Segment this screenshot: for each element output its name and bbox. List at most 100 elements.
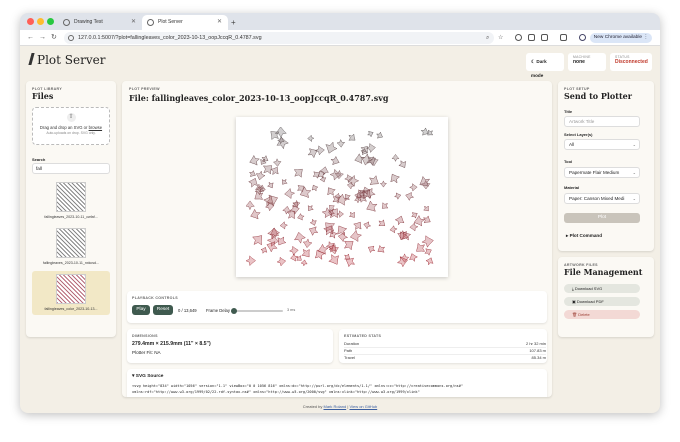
- playback-controls: PLAYBACK CONTROLS Play Reset 0 / 13,649 …: [127, 291, 547, 323]
- new-chrome-available-button[interactable]: New Chrome available ⋮: [590, 33, 652, 43]
- leaf-shape: [276, 256, 287, 267]
- dark-mode-toggle[interactable]: ☾ Dark mode: [526, 53, 564, 78]
- app-logo: Plot Server: [28, 53, 105, 67]
- tab-drawing-test[interactable]: Drawing Test ✕: [58, 15, 142, 30]
- browser-window: Drawing Test ✕ Plot Server ✕ + ← → ↻ 127…: [20, 13, 660, 413]
- close-tab-icon[interactable]: ✕: [217, 15, 222, 30]
- material-select[interactable]: Paper: Canson Mixed Medi ⌄: [564, 193, 640, 204]
- leaf-shape: [293, 168, 303, 178]
- slider-handle[interactable]: [231, 308, 237, 314]
- plot-preview-svg: [246, 127, 434, 267]
- plot-button[interactable]: Plot: [564, 213, 640, 223]
- upload-dropzone[interactable]: ⇧ Drag and drop an SVG or browse Auto-up…: [32, 107, 110, 145]
- dropzone-hint: Auto-uploads on drop. SVG only.: [46, 131, 96, 135]
- github-link[interactable]: View on GitHub: [349, 404, 377, 409]
- stats-tag: ESTIMATED STATS: [344, 334, 382, 338]
- drop-text: Drag and drop an SVG or: [39, 125, 88, 130]
- leaf-shape: [252, 235, 263, 246]
- leaf-shape: [249, 170, 256, 177]
- tab-plot-server[interactable]: Plot Server ✕: [142, 15, 228, 30]
- file-management-panel: ARTWORK FILES File Management ⤓ Download…: [558, 257, 654, 337]
- stat-value: 107.83 m: [529, 348, 546, 353]
- file-thumbnail: [56, 182, 86, 212]
- search-input[interactable]: fall: [32, 163, 110, 174]
- browse-link[interactable]: browse: [89, 125, 103, 130]
- leaf-shape: [272, 158, 282, 167]
- filter-icon[interactable]: [528, 34, 535, 41]
- sidebar-icon[interactable]: [560, 34, 567, 41]
- leaf-shape: [398, 160, 407, 168]
- panel-title: Files: [32, 91, 54, 101]
- puzzle-icon[interactable]: [541, 34, 548, 41]
- download-pdf-button[interactable]: ▣ Download PDF: [564, 297, 640, 306]
- leaf-shape: [394, 192, 402, 200]
- artwork-title-input[interactable]: Artwork Title: [564, 116, 640, 127]
- file-item[interactable]: fallingleaves_2023-10-11_cwfaf...: [32, 179, 110, 223]
- minimize-window-button[interactable]: [37, 18, 44, 25]
- leaf-shape: [348, 133, 356, 141]
- playback-counter: 0 / 13,649: [178, 308, 197, 313]
- panel-title: File Management: [564, 267, 643, 277]
- svg-source-toggle[interactable]: ▾ SVG Source: [132, 374, 163, 379]
- stat-label: Duration: [344, 341, 360, 346]
- back-icon[interactable]: ←: [27, 33, 34, 43]
- bookmark-star-icon[interactable]: ☆: [498, 33, 503, 43]
- estimated-stats-card: ESTIMATED STATS Duration 2 hr 32 min Path…: [339, 329, 547, 363]
- globe-icon: [63, 19, 70, 26]
- leaf-shape: [336, 139, 346, 148]
- delete-button[interactable]: 🗑 Delete: [564, 310, 640, 319]
- download-svg-button[interactable]: ⤓ Download SVG: [564, 284, 640, 293]
- close-tab-icon[interactable]: ✕: [131, 15, 136, 30]
- url-field[interactable]: 127.0.0.1:5007/?plot=fallingleaves_color…: [64, 32, 494, 44]
- leaf-shape: [363, 221, 372, 230]
- chevron-down-icon: ⌄: [632, 170, 636, 175]
- tool-value: Papermate Flair Medium: [569, 170, 620, 175]
- address-bar: ← → ↻ 127.0.0.1:5007/?plot=fallingleaves…: [20, 30, 660, 46]
- leaf-shape: [396, 256, 408, 267]
- reload-icon[interactable]: ↻: [51, 33, 57, 43]
- close-window-button[interactable]: [27, 18, 34, 25]
- tool-select[interactable]: Papermate Flair Medium ⌄: [564, 167, 640, 178]
- leaf-shape: [260, 247, 268, 254]
- zoom-icon[interactable]: ⌕: [486, 33, 489, 43]
- author-link[interactable]: Mark Roland: [324, 404, 347, 409]
- plotter-fit: Plotter Fit: NA: [132, 350, 161, 355]
- leaf-shape: [378, 219, 386, 227]
- plot-setup-panel: PLOT SETUP Send to Plotter Title Artwork…: [558, 81, 654, 251]
- dropzone-text: Drag and drop an SVG or browse: [33, 125, 109, 130]
- status-badge: Disconnected: [615, 59, 648, 65]
- leaf-shape: [249, 154, 260, 166]
- leaf-shape: [348, 211, 355, 218]
- leaf-shape: [367, 130, 374, 138]
- file-name: fallingleaves_color_2023-10-13...: [44, 307, 98, 311]
- title-placeholder: Artwork Title: [569, 119, 595, 124]
- leaf-shape: [328, 254, 339, 265]
- playback-tag: PLAYBACK CONTROLS: [132, 296, 178, 300]
- url-text: 127.0.0.1:5007/?plot=fallingleaves_color…: [78, 35, 262, 41]
- file-item-selected[interactable]: fallingleaves_color_2023-10-13...: [32, 271, 110, 315]
- frame-delay-slider[interactable]: [231, 308, 283, 314]
- leaf-shape: [246, 200, 255, 211]
- site-info-icon[interactable]: [68, 35, 74, 41]
- forward-icon[interactable]: →: [39, 33, 46, 43]
- play-button[interactable]: Play: [132, 305, 150, 315]
- frame-delay-label: Frame Delay: [206, 308, 230, 313]
- reset-button[interactable]: Reset: [153, 305, 173, 315]
- maximize-window-button[interactable]: [47, 18, 54, 25]
- plot-preview-panel: PLOT PREVIEW File: fallingleaves_color_2…: [122, 81, 552, 397]
- plot-command-toggle[interactable]: ▸ Plot Command: [566, 233, 602, 239]
- leaf-shape: [284, 188, 296, 199]
- file-item[interactable]: fallingleaves_2023-10-11_nxkcsd...: [32, 225, 110, 269]
- leaf-shape: [409, 183, 418, 192]
- leaf-shape: [307, 134, 315, 142]
- new-tab-button[interactable]: +: [231, 15, 236, 30]
- panel-tag: PLOT PREVIEW: [129, 87, 160, 91]
- leaf-shape: [246, 255, 256, 267]
- app-header: Plot Server ☾ Dark mode MACHINE none STA…: [20, 46, 660, 78]
- extension-icon[interactable]: [515, 34, 522, 41]
- layers-select[interactable]: All ⌄: [564, 139, 640, 150]
- profile-avatar[interactable]: [579, 34, 586, 41]
- leaf-shape: [281, 178, 288, 185]
- page-footer: Created by Mark Roland | View on GitHub: [20, 401, 660, 413]
- plot-button-label: Plot: [597, 215, 607, 220]
